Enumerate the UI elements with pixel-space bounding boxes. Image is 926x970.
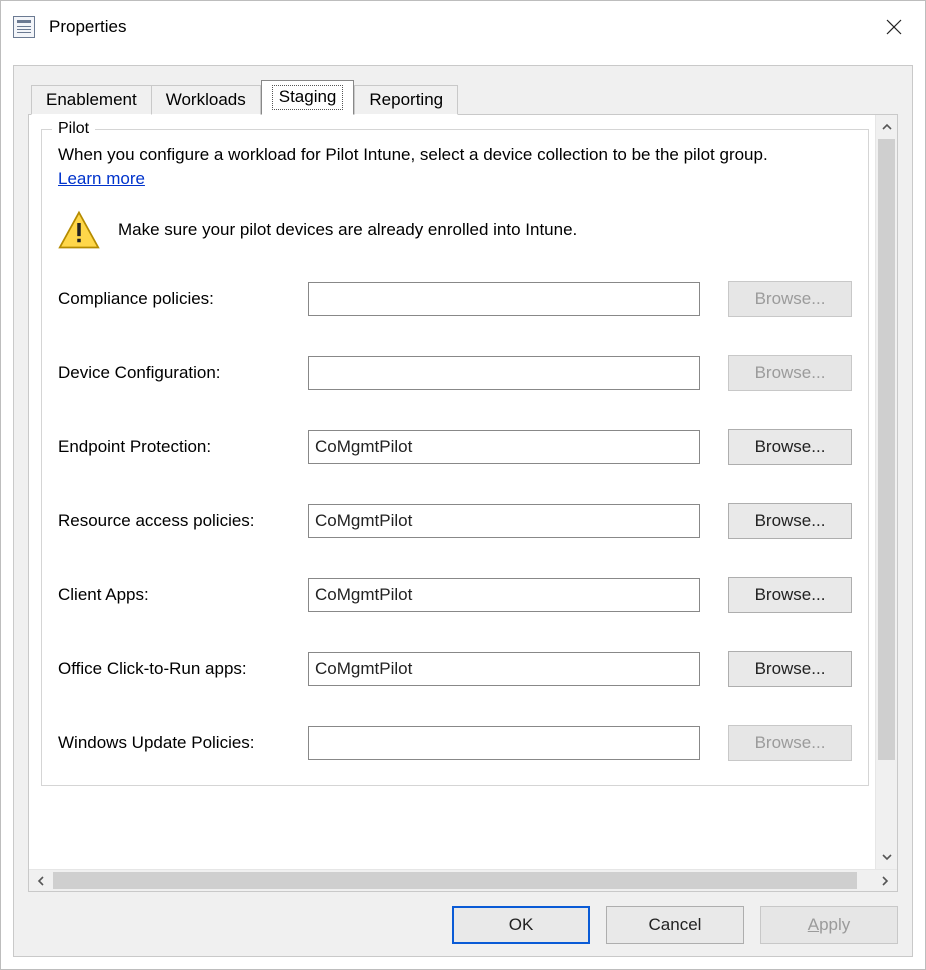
endpoint-protection-browse[interactable]: Browse... — [728, 429, 852, 465]
device-configuration-input[interactable] — [308, 356, 700, 390]
chevron-left-icon — [36, 876, 46, 886]
cancel-button[interactable]: Cancel — [606, 906, 744, 944]
client-apps-input[interactable] — [308, 578, 700, 612]
warning-icon — [58, 209, 100, 251]
row-windows-update-policies: Windows Update Policies: Browse... — [58, 725, 852, 761]
learn-more-link[interactable]: Learn more — [58, 169, 145, 189]
titlebar: Properties — [1, 1, 925, 53]
tab-strip: Enablement Workloads Staging Reporting — [28, 80, 898, 115]
row-office-ctr-apps: Office Click-to-Run apps: Browse... — [58, 651, 852, 687]
row-compliance-policies: Compliance policies: Browse... — [58, 281, 852, 317]
tab-staging[interactable]: Staging — [261, 80, 355, 115]
content: Enablement Workloads Staging Reporting P… — [1, 53, 925, 969]
row-client-apps: Client Apps: Browse... — [58, 577, 852, 613]
office-ctr-apps-input[interactable] — [308, 652, 700, 686]
panel-inner: Pilot When you configure a workload for … — [29, 115, 875, 869]
close-button[interactable] — [871, 7, 917, 47]
app-icon — [13, 16, 35, 38]
tab-panel: Pilot When you configure a workload for … — [28, 114, 898, 892]
apply-rest: pply — [819, 915, 850, 934]
row-label: Device Configuration: — [58, 363, 308, 383]
chevron-right-icon — [880, 876, 890, 886]
row-label: Compliance policies: — [58, 289, 308, 309]
vertical-scrollbar[interactable] — [875, 115, 897, 869]
tab-label: Enablement — [46, 90, 137, 109]
office-ctr-apps-browse[interactable]: Browse... — [728, 651, 852, 687]
alert-row: Make sure your pilot devices are already… — [58, 209, 852, 251]
apply-accelerator: A — [808, 915, 819, 934]
row-label: Resource access policies: — [58, 511, 308, 531]
resource-access-policies-browse[interactable]: Browse... — [728, 503, 852, 539]
apply-button: Apply — [760, 906, 898, 944]
windows-update-policies-input[interactable] — [308, 726, 700, 760]
tab-label: Workloads — [166, 90, 246, 109]
chevron-down-icon — [882, 852, 892, 862]
compliance-policies-browse: Browse... — [728, 281, 852, 317]
scrollbar-thumb-h[interactable] — [53, 872, 857, 889]
row-label: Client Apps: — [58, 585, 308, 605]
panel-scroll-area: Pilot When you configure a workload for … — [29, 115, 897, 869]
chevron-up-icon — [882, 122, 892, 132]
resource-access-policies-input[interactable] — [308, 504, 700, 538]
close-icon — [886, 19, 902, 35]
tab-enablement[interactable]: Enablement — [31, 85, 152, 115]
ok-button[interactable]: OK — [452, 906, 590, 944]
tab-reporting[interactable]: Reporting — [354, 85, 458, 115]
scroll-left-arrow[interactable] — [29, 870, 53, 891]
row-label: Endpoint Protection: — [58, 437, 308, 457]
horizontal-scrollbar[interactable] — [29, 869, 897, 891]
device-configuration-browse: Browse... — [728, 355, 852, 391]
row-label: Windows Update Policies: — [58, 733, 308, 753]
scrollbar-thumb[interactable] — [878, 139, 895, 760]
scroll-up-arrow[interactable] — [876, 115, 897, 139]
group-title: Pilot — [52, 120, 95, 138]
alert-text: Make sure your pilot devices are already… — [118, 220, 577, 240]
client-apps-browse[interactable]: Browse... — [728, 577, 852, 613]
dialog-button-row: OK Cancel Apply — [28, 892, 898, 944]
dialog-frame: Enablement Workloads Staging Reporting P… — [13, 65, 913, 957]
scroll-down-arrow[interactable] — [876, 845, 897, 869]
tab-workloads[interactable]: Workloads — [152, 85, 261, 115]
row-resource-access-policies: Resource access policies: Browse... — [58, 503, 852, 539]
row-device-configuration: Device Configuration: Browse... — [58, 355, 852, 391]
windows-update-policies-browse: Browse... — [728, 725, 852, 761]
properties-window: Properties Enablement Workloads Staging … — [0, 0, 926, 970]
pilot-group: Pilot When you configure a workload for … — [41, 129, 869, 786]
group-description: When you configure a workload for Pilot … — [58, 144, 852, 167]
row-label: Office Click-to-Run apps: — [58, 659, 308, 679]
row-endpoint-protection: Endpoint Protection: Browse... — [58, 429, 852, 465]
tab-label: Staging — [272, 85, 344, 110]
window-title: Properties — [49, 17, 871, 37]
tab-label: Reporting — [369, 90, 443, 109]
scroll-right-arrow[interactable] — [873, 870, 897, 891]
compliance-policies-input[interactable] — [308, 282, 700, 316]
scrollbar-track-h[interactable] — [53, 870, 873, 891]
endpoint-protection-input[interactable] — [308, 430, 700, 464]
scrollbar-track[interactable] — [876, 139, 897, 845]
